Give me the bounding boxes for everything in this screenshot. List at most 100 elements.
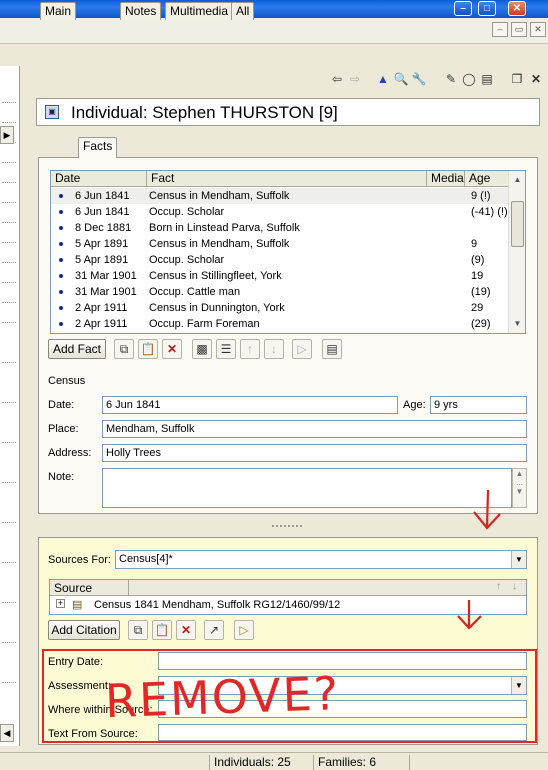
fact-description: Census in Mendham, Suffolk xyxy=(149,238,290,250)
bullet-icon xyxy=(59,194,63,198)
table-row[interactable]: 31 Mar 1901 Census in Stillingfleet, York… xyxy=(51,268,509,284)
report-icon[interactable]: ▤ xyxy=(478,70,496,88)
annotation-arrow-lower xyxy=(457,600,482,630)
eraser-icon[interactable]: ◯ xyxy=(460,70,478,88)
source-title: Census 1841 Mendham, Suffolk RG12/1460/9… xyxy=(94,599,341,611)
paste-icon[interactable]: 📋 xyxy=(152,620,172,640)
table-row[interactable]: 8 Dec 1881 Born in Linstead Parva, Suffol… xyxy=(51,220,509,236)
table-row[interactable]: 31 Mar 1901 Occup. Cattle man (19) xyxy=(51,284,509,300)
note-field[interactable] xyxy=(102,468,512,508)
mdi-restore-icon[interactable]: ▭ xyxy=(511,22,527,37)
page-title: Individual: Stephen THURSTON [9] xyxy=(71,103,338,122)
fact-description: Occup. Scholar xyxy=(149,206,225,218)
note-scrollbar[interactable]: ▲... ▼ xyxy=(512,468,527,508)
table-row[interactable]: 6 Jun 1841 Occup. Scholar (-41) (!) xyxy=(51,204,509,220)
paste-icon[interactable]: 📋 xyxy=(138,339,158,359)
column-age[interactable]: Age xyxy=(465,171,509,187)
column-media[interactable]: Media xyxy=(427,171,465,187)
scroll-thumb[interactable] xyxy=(511,201,524,247)
move-up-icon[interactable]: ↑ xyxy=(496,581,501,592)
fact-date: 31 Mar 1901 xyxy=(75,286,137,298)
tab-main[interactable]: Main xyxy=(40,2,77,20)
bullet-icon xyxy=(59,258,63,262)
play-icon[interactable]: ▷ xyxy=(234,620,254,640)
link-icon[interactable]: ↗ xyxy=(204,620,224,640)
vertical-splitter[interactable] xyxy=(20,66,32,746)
fact-description: Occup. Farm Foreman xyxy=(149,318,260,330)
mdi-minimize-icon[interactable]: – xyxy=(492,22,508,37)
date-label: Date: xyxy=(48,399,75,411)
wrench-icon[interactable]: 🔧 xyxy=(410,70,428,88)
bullet-icon xyxy=(59,226,63,230)
close-button[interactable]: ✕ xyxy=(508,1,526,16)
table-row[interactable]: 2 Apr 1911 Occup. Farm Foreman (29) xyxy=(51,316,509,332)
families-count: Families: 6 xyxy=(313,755,409,770)
maximize-button[interactable]: □ xyxy=(478,1,496,16)
status-bar: Individuals: 25 Families: 6 xyxy=(0,752,548,770)
fact-description: Census in Dunnington, York xyxy=(149,302,285,314)
tab-notes[interactable]: Notes xyxy=(120,2,162,20)
fact-date: 8 Dec 1881 xyxy=(75,222,132,234)
copy-icon[interactable]: ⧉ xyxy=(128,620,148,640)
column-source[interactable]: Source xyxy=(54,581,92,595)
place-field[interactable]: Mendham, Suffolk xyxy=(102,420,527,438)
copy-icon[interactable]: ⧉ xyxy=(114,339,134,359)
tab-multimedia[interactable]: Multimedia xyxy=(165,2,234,20)
table-row[interactable]: 6 Jun 1841 Census in Mendham, Suffolk 9 (!… xyxy=(51,188,509,204)
move-down-icon[interactable]: ↓ xyxy=(512,581,517,592)
scroll-down-icon[interactable]: ▼ xyxy=(511,317,524,330)
play-icon[interactable]: ▷ xyxy=(292,339,312,359)
table-row[interactable]: 5 Apr 1891 Census in Mendham, Suffolk 9 xyxy=(51,236,509,252)
fact-age: 9 (!) xyxy=(471,190,491,202)
forward-arrow-icon[interactable]: ⇨ xyxy=(346,70,364,88)
bullet-icon xyxy=(59,290,63,294)
scroll-up-icon[interactable]: ▲ xyxy=(511,173,524,186)
age-field[interactable]: 9 yrs xyxy=(430,396,527,414)
move-down-icon[interactable]: ↓ xyxy=(264,339,284,359)
column-date[interactable]: Date xyxy=(51,171,147,187)
camera-icon[interactable]: ▩ xyxy=(192,339,212,359)
date-field[interactable]: 6 Jun 1841 xyxy=(102,396,398,414)
close-icon[interactable]: ✕ xyxy=(527,70,545,88)
back-arrow-icon[interactable]: ⇦ xyxy=(328,70,346,88)
add-fact-button[interactable]: Add Fact xyxy=(48,339,106,359)
annotation-arrow-upper xyxy=(473,489,501,530)
fact-date: 31 Mar 1901 xyxy=(75,270,137,282)
facts-grid[interactable]: Date Fact Media Age 6 Jun 1841 Census in … xyxy=(50,170,526,334)
scroll-left-icon[interactable]: ◀ xyxy=(0,724,14,742)
facts-scrollbar[interactable]: ▲ ▼ xyxy=(508,171,525,333)
report-icon[interactable]: ▤ xyxy=(322,339,342,359)
fact-age: 29 xyxy=(471,302,484,314)
fact-age: (9) xyxy=(471,254,485,266)
mdi-close-icon[interactable]: ✕ xyxy=(530,22,546,37)
table-row[interactable]: 5 Apr 1891 Occup. Scholar (9) xyxy=(51,252,509,268)
menu-bar xyxy=(0,18,548,44)
expand-icon[interactable]: + xyxy=(56,599,65,608)
sources-for-select[interactable]: Census[4]* ▼ xyxy=(115,550,527,569)
bullet-icon xyxy=(59,210,63,214)
address-field[interactable]: Holly Trees xyxy=(102,444,527,462)
table-row[interactable]: 2 Apr 1911 Census in Dunnington, York 29 xyxy=(51,300,509,316)
fact-age: (29) xyxy=(471,318,491,330)
sources-for-label: Sources For: xyxy=(48,554,111,566)
minimize-button[interactable]: – xyxy=(454,1,472,16)
chevron-down-icon[interactable]: ▼ xyxy=(511,551,526,568)
tab-all[interactable]: All xyxy=(231,2,255,20)
move-up-icon[interactable]: ↑ xyxy=(240,339,260,359)
add-citation-button[interactable]: Add Citation xyxy=(48,620,120,640)
delete-icon[interactable]: ✕ xyxy=(176,620,196,640)
delete-icon[interactable]: ✕ xyxy=(162,339,182,359)
restore-icon[interactable]: ❐ xyxy=(508,70,526,88)
column-fact[interactable]: Fact xyxy=(147,171,427,187)
fact-date: 2 Apr 1911 xyxy=(75,318,128,330)
list-icon[interactable]: ☰ xyxy=(216,339,236,359)
magnifier-icon[interactable]: 🔍 xyxy=(392,70,410,88)
edit-icon[interactable]: ✎ xyxy=(442,70,460,88)
triangle-icon[interactable]: ▲ xyxy=(374,70,392,88)
scroll-right-icon[interactable]: ▶ xyxy=(0,126,14,144)
annotation-text: REMOVE? xyxy=(104,666,341,729)
tab-facts[interactable]: Facts xyxy=(78,137,118,158)
left-tree-pane[interactable] xyxy=(0,66,20,746)
fact-age: 9 xyxy=(471,238,478,250)
horizontal-splitter[interactable] xyxy=(36,522,540,530)
